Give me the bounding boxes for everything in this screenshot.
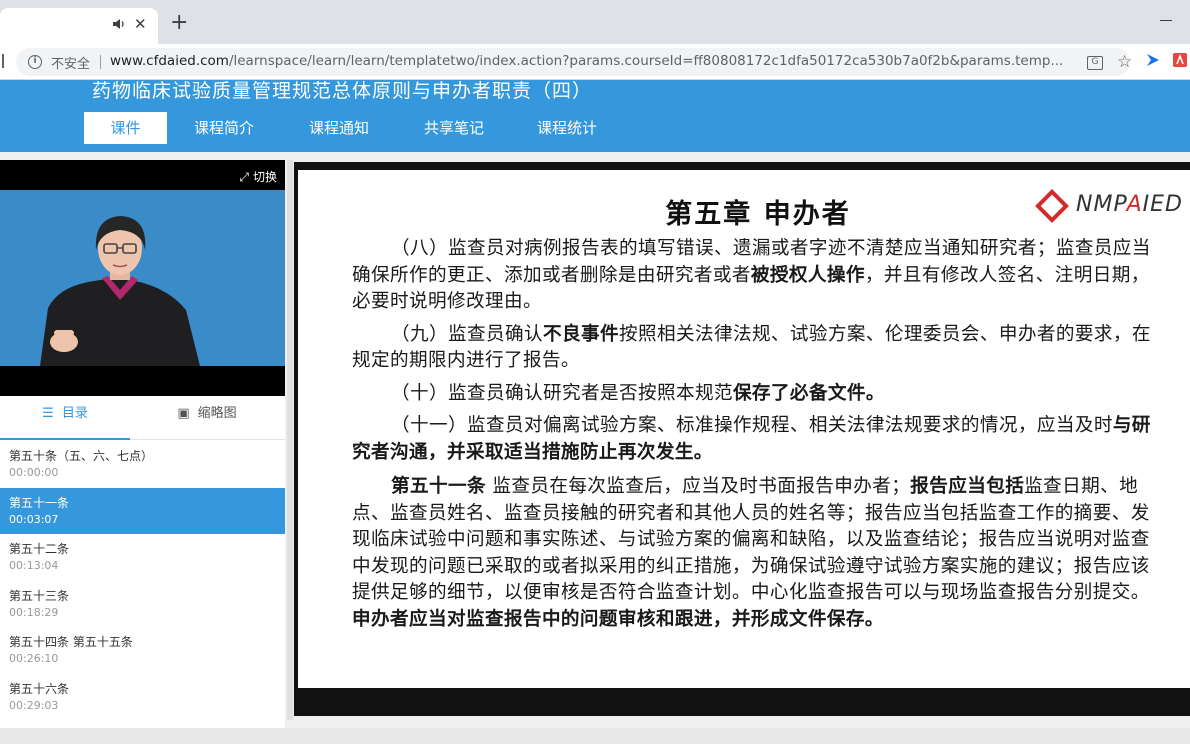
audio-playing-icon[interactable]: [112, 17, 126, 31]
chapter-item[interactable]: 第五十条（五、六、七点） 00:00:00: [0, 441, 285, 488]
image-icon: ▣: [177, 406, 190, 421]
tab-toc-label: 目录: [61, 406, 88, 421]
bold-text-run: 保存了必备文件。: [732, 382, 885, 404]
tab-table-of-contents[interactable]: ☰ 目录: [0, 396, 130, 440]
left-panel: ⤢ 切换 ☰ 目录 ▣ 缩略图 第五十条（五、六、七点） 00:00:00 第五…: [0, 160, 285, 728]
url-host: www.cfdaied.com: [110, 53, 229, 69]
logo-text-3: IED: [1142, 192, 1184, 217]
slide-paragraph: （十一）监查员对偏离试验方案、标准操作规程、相关法律法规要求的情况，应当及时与研…: [352, 413, 1154, 466]
extension-icon[interactable]: [1172, 52, 1188, 68]
chapter-time: 00:00:00: [9, 466, 59, 479]
translate-icon[interactable]: G: [1087, 56, 1103, 70]
video-player[interactable]: ⤢ 切换: [0, 160, 285, 396]
url-path: /learnspace/learn/learn/templatetwo/inde…: [228, 53, 1064, 69]
tab-course-stats[interactable]: 课程统计: [522, 112, 612, 144]
chapter-title: 第五十二条: [9, 542, 70, 556]
chapter-time: 00:03:07: [9, 512, 59, 526]
bold-text-run: 第五十一条: [391, 476, 487, 497]
browser-tabstrip: ✕ +: [0, 0, 1190, 44]
address-separator: [100, 55, 101, 69]
chapter-time: 00:26:10: [9, 652, 59, 665]
course-title: 药物临床试验质量管理规范总体原则与申办者职责（四）: [92, 80, 593, 102]
tab-course-intro[interactable]: 课程简介: [179, 112, 269, 144]
chapter-item[interactable]: 第五十三条 00:18:29: [0, 581, 285, 628]
switch-view-button[interactable]: ⤢ 切换: [239, 168, 277, 185]
chapter-title: 第五十六条: [9, 681, 70, 696]
chapter-title: 第五十四条 第五十五条: [9, 635, 133, 649]
slide-paragraph: （十）监查员确认研究者是否按照本规范保存了必备文件。: [352, 381, 1154, 408]
chapter-title: 第五十三条: [9, 588, 70, 603]
browser-tab[interactable]: ✕: [0, 8, 158, 44]
chapter-title: 第五十一条: [9, 495, 70, 510]
chapter-title: 第五十条（五、六、七点）: [9, 449, 154, 463]
slide-paragraph: （八）监查员对病例报告表的填写错误、遗漏或者字迹不清楚应当通知研究者；监查员应当…: [352, 236, 1154, 316]
chapter-time: 00:18:29: [9, 605, 59, 619]
video-frame: [0, 190, 285, 366]
sidebar-tabs: ☰ 目录 ▣ 缩略图: [0, 396, 285, 440]
slide-paragraph: 第五十一条 监查员在每次监查后，应当及时书面报告申办者；报告应当包括监查日期、地…: [352, 474, 1154, 633]
url-text[interactable]: www.cfdaied.com/learnspace/learn/learn/t…: [110, 53, 1070, 69]
horizontal-scrollbar[interactable]: [0, 728, 1190, 744]
text-run: （九）监查员确认: [391, 323, 543, 345]
browser-toolbar: i 不安全 www.cfdaied.com/learnspace/learn/l…: [0, 44, 1190, 80]
bookmark-star-icon[interactable]: ☆: [1117, 52, 1132, 72]
chapter-list: 第五十条（五、六、七点） 00:00:00 第五十一条 00:03:07 第五十…: [0, 441, 285, 720]
content-area: ⤢ 切换 ☰ 目录 ▣ 缩略图 第五十条（五、六、七点） 00:00:00 第五…: [0, 152, 1190, 744]
chapter-item[interactable]: 第五十六条 00:29:03: [0, 674, 285, 721]
switch-label: 切换: [252, 170, 277, 184]
expand-icon: ⤢: [239, 170, 249, 184]
info-icon[interactable]: i: [28, 55, 42, 69]
slide-paragraph: （九）监查员确认不良事件按照相关法律法规、试验方案、伦理委员会、申办者的要求，在…: [352, 322, 1154, 375]
bold-text-run: 申办者应当对监查报告中的问题审核和跟进，并形成文件保存。: [352, 608, 884, 630]
chapter-item[interactable]: 第五十二条 00:13:04: [0, 534, 285, 581]
insecure-label[interactable]: 不安全: [51, 53, 90, 72]
bold-text-run: 不良事件: [543, 323, 619, 345]
logo-text-2: A: [1126, 192, 1143, 217]
chapter-time: 00:29:03: [9, 698, 59, 712]
tab-course-notice[interactable]: 课程通知: [294, 112, 384, 144]
list-icon: ☰: [42, 406, 54, 421]
chapter-item-active[interactable]: 第五十一条 00:03:07: [0, 487, 285, 534]
extension-icon[interactable]: [1145, 52, 1161, 68]
text-run: 监查员在每次监查后，应当及时书面报告申办者；: [486, 476, 911, 497]
slide: 第五章 申办者 NMPAIED （八）监查员对病例报告表的填写错误、遗漏或者字迹…: [298, 170, 1190, 688]
address-bar[interactable]: i 不安全 www.cfdaied.com/learnspace/learn/l…: [16, 48, 1132, 76]
slide-body: （八）监查员对病例报告表的填写错误、遗漏或者字迹不清楚应当通知研究者；监查员应当…: [352, 236, 1154, 639]
tab-close-icon[interactable]: ✕: [134, 14, 147, 34]
bold-text-run: 报告应当包括: [910, 476, 1025, 497]
presenter-image: [0, 190, 285, 366]
tab-courseware[interactable]: 课件: [84, 112, 167, 144]
chapter-time: 00:13:04: [9, 559, 59, 572]
slide-viewer[interactable]: 第五章 申办者 NMPAIED （八）监查员对病例报告表的填写错误、遗漏或者字迹…: [294, 162, 1190, 716]
course-header: 药物临床试验质量管理规范总体原则与申办者职责（四） 课件 课程简介 课程通知 共…: [0, 80, 1190, 152]
logo-text: NMPAIED: [1076, 192, 1183, 217]
tab-thumbnails[interactable]: ▣ 缩略图: [142, 396, 272, 440]
chapter-item[interactable]: 第五十四条 第五十五条 00:26:10: [0, 627, 285, 674]
text-run: （十一）监查员对偏离试验方案、标准操作规程、相关法律法规要求的情况，应当及时: [391, 415, 1113, 436]
text-run: （十）监查员确认研究者是否按照本规范: [391, 382, 733, 404]
logo-text-1: NMP: [1076, 192, 1127, 217]
panel-splitter[interactable]: [287, 160, 293, 720]
tab-thumbnails-label: 缩略图: [197, 406, 237, 421]
minimize-icon[interactable]: [1160, 20, 1172, 21]
back-icon[interactable]: [0, 54, 4, 68]
bold-text-run: 被授权人操作: [750, 264, 865, 286]
tab-shared-notes[interactable]: 共享笔记: [409, 112, 499, 144]
new-tab-button[interactable]: +: [170, 12, 188, 34]
